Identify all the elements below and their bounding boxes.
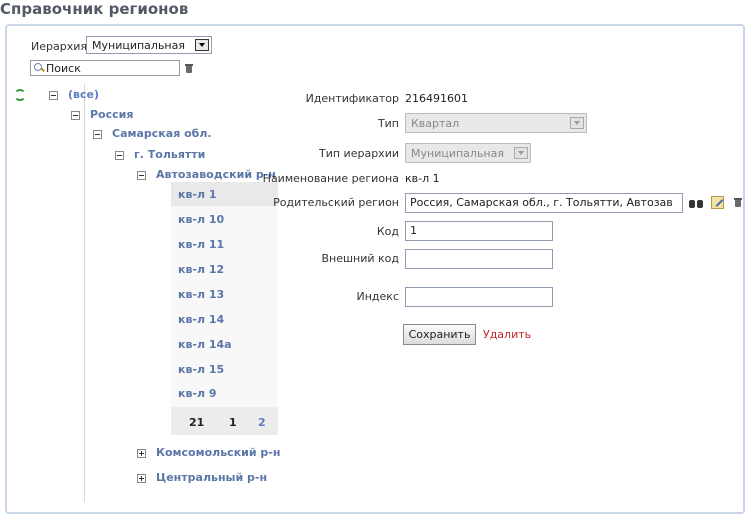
list-item[interactable]: кв-л 14а <box>178 338 232 351</box>
list-item[interactable]: кв-л 10 <box>178 213 224 226</box>
chevron-down-icon[interactable] <box>195 39 209 51</box>
hierarchy-type-select: Муниципальная <box>405 143 531 163</box>
code-field[interactable]: 1 <box>405 221 553 241</box>
delete-link[interactable]: Удалить <box>483 328 531 341</box>
list-item[interactable]: кв-л 13 <box>178 288 224 301</box>
toggle-minus-icon[interactable] <box>49 91 58 100</box>
region-name-value: кв-л 1 <box>405 172 440 185</box>
pager-total: 21 <box>189 416 205 429</box>
toggle-minus-icon[interactable] <box>93 130 102 139</box>
tree-node-country[interactable]: Россия <box>90 108 133 121</box>
list-item[interactable]: кв-л 12 <box>178 263 224 276</box>
toggle-plus-icon[interactable] <box>137 474 146 483</box>
code-label: Код <box>376 225 399 238</box>
tree-divider <box>84 84 85 502</box>
save-button[interactable]: Сохранить <box>403 324 476 345</box>
list-item[interactable]: кв-л 15 <box>178 363 224 376</box>
pager-next[interactable]: 2 <box>258 416 266 429</box>
chevron-down-icon <box>514 147 528 159</box>
refresh-icon[interactable] <box>13 88 26 101</box>
list-item[interactable]: кв-л 1 <box>178 188 217 201</box>
tree-node-city[interactable]: г. Тольятти <box>134 148 205 161</box>
type-label: Тип <box>377 117 399 130</box>
tree-node-district[interactable]: Центральный р-н <box>156 471 267 484</box>
type-select-value: Квартал <box>411 116 460 130</box>
tree-node-region[interactable]: Самарская обл. <box>112 127 212 140</box>
trash-icon[interactable] <box>734 198 742 207</box>
toggle-plus-icon[interactable] <box>137 449 146 458</box>
trash-icon[interactable] <box>185 64 193 73</box>
hierarchy-type-value: Муниципальная <box>411 146 504 160</box>
external-code-field[interactable] <box>405 249 553 269</box>
tree-node-root[interactable]: (все) <box>68 88 99 101</box>
search-input[interactable]: Поиск <box>30 60 180 76</box>
toggle-minus-icon[interactable] <box>71 111 80 120</box>
edit-icon[interactable] <box>711 196 724 209</box>
list-item[interactable]: кв-л 14 <box>178 313 224 326</box>
pager-current: 1 <box>229 416 237 429</box>
binoculars-icon[interactable] <box>689 197 704 209</box>
search-icon <box>34 63 44 73</box>
index-label: Индекс <box>356 290 400 303</box>
chevron-down-icon <box>570 117 584 129</box>
parent-region-label: Родительский регион <box>273 196 399 209</box>
external-code-label: Внешний код <box>321 252 399 265</box>
toggle-minus-icon[interactable] <box>115 151 124 160</box>
identifier-value: 216491601 <box>405 92 468 105</box>
list-item[interactable]: кв-л 11 <box>178 238 224 251</box>
type-select: Квартал <box>405 113 587 133</box>
toggle-minus-icon[interactable] <box>137 171 146 180</box>
search-placeholder: Поиск <box>46 61 81 75</box>
tree-node-district[interactable]: Комсомольский р-н <box>156 446 280 459</box>
hierarchy-type-label: Тип иерархии <box>319 147 399 160</box>
region-name-label: Наименование региона <box>262 172 399 185</box>
index-field[interactable] <box>405 287 553 307</box>
page-title: Справочник регионов <box>0 0 189 18</box>
hierarchy-select-value: Муниципальная <box>92 38 185 52</box>
identifier-label: Идентификатор <box>305 92 399 105</box>
tree-node-district[interactable]: Автозаводский р-н <box>156 168 276 181</box>
list-item[interactable]: кв-л 9 <box>178 387 217 400</box>
hierarchy-label: Иерархия <box>31 40 87 53</box>
hierarchy-select[interactable]: Муниципальная <box>86 36 212 54</box>
parent-region-field[interactable]: Россия, Самарская обл., г. Тольятти, Авт… <box>405 193 683 213</box>
